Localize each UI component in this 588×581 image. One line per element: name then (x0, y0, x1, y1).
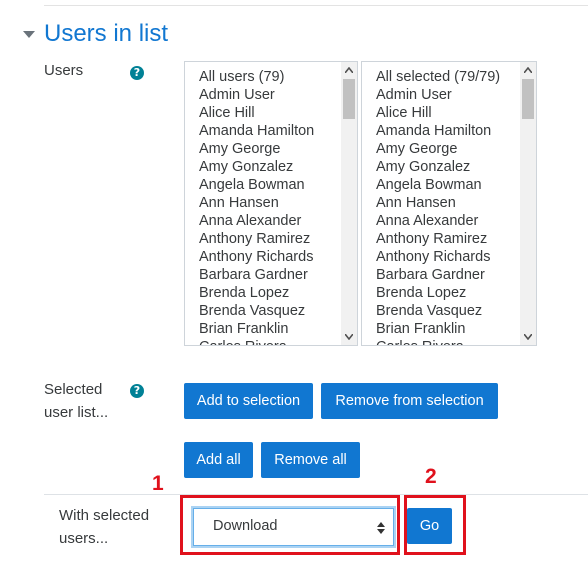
list-option[interactable]: Carlos Rivera (376, 338, 536, 345)
with-selected-label-line1: With selected (59, 507, 150, 524)
list-option[interactable]: Anthony Richards (376, 248, 536, 266)
top-divider (44, 5, 588, 6)
list-option[interactable]: Brenda Vasquez (376, 302, 536, 320)
list-option[interactable]: Anna Alexander (376, 212, 536, 230)
list-option[interactable]: Brenda Vasquez (199, 302, 357, 320)
available-users-list[interactable]: All users (79) Admin User Alice Hill Amanda… (184, 61, 358, 346)
list-option[interactable]: Angela Bowman (376, 176, 536, 194)
collapse-caret-icon[interactable] (22, 27, 36, 41)
scroll-down-icon[interactable] (341, 329, 357, 345)
with-selected-label-line2: users... (59, 530, 109, 547)
list-option[interactable]: Brian Franklin (199, 320, 357, 338)
list-option[interactable]: Anthony Richards (199, 248, 357, 266)
list-option[interactable]: Anthony Ramirez (199, 230, 357, 248)
list-option[interactable]: Amy George (199, 140, 357, 158)
list-option[interactable]: Brenda Lopez (199, 284, 357, 302)
section-title[interactable]: Users in list (44, 18, 168, 50)
scroll-up-icon[interactable] (341, 62, 357, 78)
list-option[interactable]: Amanda Hamilton (199, 122, 357, 140)
list-option[interactable]: Alice Hill (199, 104, 357, 122)
add-all-button[interactable]: Add all (184, 442, 253, 478)
help-icon[interactable]: ? (130, 384, 144, 398)
list-option[interactable]: Brian Franklin (376, 320, 536, 338)
users-label: Users (44, 62, 84, 79)
available-list-scrollbar[interactable] (341, 62, 357, 345)
scroll-down-icon[interactable] (520, 329, 536, 345)
list-option[interactable]: Amanda Hamilton (376, 122, 536, 140)
selected-user-list-label-line2: user list... (44, 404, 109, 421)
annotation-marker-2: 2 (425, 465, 437, 488)
list-option[interactable]: Angela Bowman (199, 176, 357, 194)
list-option[interactable]: Anthony Ramirez (376, 230, 536, 248)
list-option[interactable]: All users (79) (199, 68, 357, 86)
list-option[interactable]: Anna Alexander (199, 212, 357, 230)
list-option[interactable]: Admin User (376, 86, 536, 104)
selected-users-list[interactable]: All selected (79/79) Admin User Alice Hill… (361, 61, 537, 346)
annotation-marker-1: 1 (152, 472, 164, 495)
list-option[interactable]: Amy George (376, 140, 536, 158)
list-option[interactable]: Alice Hill (376, 104, 536, 122)
list-option[interactable]: Admin User (199, 86, 357, 104)
help-icon[interactable]: ? (130, 66, 144, 80)
list-option[interactable]: Amy Gonzalez (199, 158, 357, 176)
remove-all-button[interactable]: Remove all (261, 442, 360, 478)
remove-from-selection-button[interactable]: Remove from selection (321, 383, 498, 419)
list-option[interactable]: Barbara Gardner (199, 266, 357, 284)
selected-list-scrollbar[interactable] (520, 62, 536, 345)
list-option[interactable]: Carlos Rivera (199, 338, 357, 345)
list-option[interactable]: Brenda Lopez (376, 284, 536, 302)
list-option[interactable]: All selected (79/79) (376, 68, 536, 86)
list-option[interactable]: Ann Hansen (199, 194, 357, 212)
list-option[interactable]: Barbara Gardner (376, 266, 536, 284)
scroll-thumb[interactable] (343, 79, 355, 119)
annotation-box-1 (180, 495, 400, 555)
scroll-up-icon[interactable] (520, 62, 536, 78)
add-to-selection-button[interactable]: Add to selection (184, 383, 313, 419)
list-option[interactable]: Amy Gonzalez (376, 158, 536, 176)
annotation-box-2 (404, 495, 466, 555)
list-option[interactable]: Ann Hansen (376, 194, 536, 212)
scroll-thumb[interactable] (522, 79, 534, 119)
selected-user-list-label-line1: Selected (44, 381, 103, 398)
